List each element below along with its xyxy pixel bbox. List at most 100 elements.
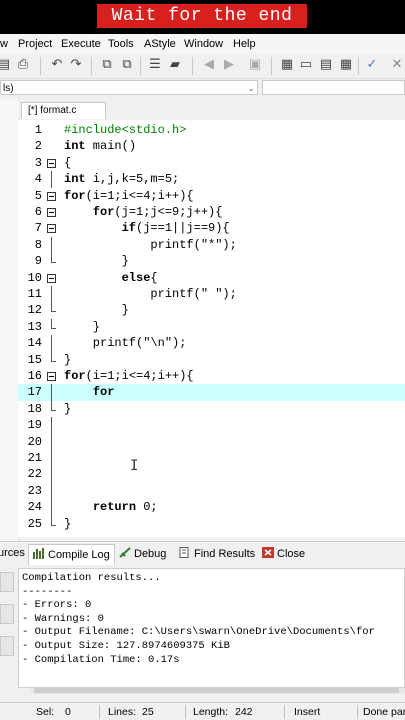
code-line[interactable]: 10 else{ (18, 270, 405, 286)
tab-find-results[interactable]: Find Results (179, 547, 255, 560)
code-line[interactable]: 1 #include<stdio.h> (18, 122, 405, 138)
tab-resources[interactable]: urces (0, 547, 25, 559)
forward-icon[interactable]: ▶ (221, 57, 237, 73)
code-line[interactable]: 25} (18, 515, 405, 532)
fold-toggle-icon[interactable] (47, 224, 56, 234)
fold-toggle-icon[interactable] (47, 273, 56, 283)
menu-astyle[interactable]: AStyle (144, 38, 176, 50)
menu-tools[interactable]: Tools (108, 38, 134, 50)
code-line[interactable]: 5 for(i=1;i<=4;i++){ (18, 188, 405, 204)
status-message: Done par (363, 706, 405, 718)
compile-log-panel: Compilation results... -------- - Errors: … (0, 566, 405, 692)
fold-toggle-icon[interactable] (47, 372, 56, 381)
compiler-select[interactable]: ls) ⌄ (0, 80, 258, 95)
tab-compile-log-label: Compile Log (48, 549, 110, 561)
code-line[interactable]: 15} (18, 351, 405, 368)
fold-guide-end (51, 409, 56, 411)
fold-guide (51, 400, 52, 410)
code-line[interactable]: 6 for(j=1;j<=9;j++){ (18, 204, 405, 220)
tab-debug[interactable]: Debug (119, 547, 166, 560)
status-divider (357, 705, 358, 719)
replace-icon[interactable]: ⧉ (119, 57, 135, 73)
menu-view[interactable]: w (0, 38, 8, 50)
check-syntax-icon[interactable]: ✓ (364, 57, 380, 73)
code-line[interactable]: 2 int main() (18, 138, 405, 154)
redo-icon[interactable]: ↷ (68, 57, 84, 73)
code-line[interactable]: 16 for(i=1;i<=4;i++){ (18, 368, 405, 384)
code-text: printf("\n"); (64, 336, 187, 351)
toolbar-separator (271, 57, 272, 75)
fold-guide (51, 499, 52, 516)
status-divider (284, 705, 285, 719)
fold-toggle-icon[interactable] (47, 208, 56, 217)
secondary-select[interactable] (262, 80, 405, 95)
tab-format-c[interactable]: [*] format.c (21, 102, 106, 119)
undo-icon[interactable]: ↶ (49, 57, 65, 73)
log-side-button[interactable] (0, 636, 14, 656)
tab-close[interactable]: Close (262, 547, 305, 560)
menu-project[interactable]: Project (18, 38, 52, 50)
close-panel-icon (262, 547, 274, 558)
tab-debug-label: Debug (134, 548, 167, 560)
log-line: - Errors: 0 (22, 599, 92, 612)
compile-log-output[interactable]: Compilation results... -------- - Errors: … (18, 568, 405, 688)
line-number: 14 (27, 336, 42, 351)
unindent-icon[interactable]: ▰ (167, 57, 183, 73)
code-line[interactable]: 11 printf(" "); (18, 286, 405, 303)
code-line[interactable]: 8 printf("*"); (18, 236, 405, 254)
log-horizontal-scrollbar[interactable] (30, 688, 405, 694)
scrollbar-thumb[interactable] (34, 688, 399, 693)
code-editor[interactable]: 1 #include<stdio.h> 2 int main() 3{4 int i,j,… (18, 120, 405, 537)
print-icon[interactable]: ⎙ (15, 57, 31, 73)
code-line[interactable]: 14 printf("\n"); (18, 335, 405, 352)
fold-toggle-icon[interactable] (47, 191, 56, 201)
code-line[interactable]: 18} (18, 400, 405, 417)
bottom-tab-bar: urces Compile Log Debug Find Results Clo… (0, 541, 405, 567)
code-line[interactable]: 3{ (18, 155, 405, 171)
menu-execute[interactable]: Execute (61, 38, 101, 50)
fold-guide-end (51, 524, 56, 526)
menu-window[interactable]: Window (184, 38, 223, 50)
log-side-button[interactable] (0, 604, 14, 624)
code-text: } (64, 303, 129, 318)
window-icon[interactable]: ▭ (298, 57, 314, 73)
code-line[interactable]: 7 if(j==1||j==9){ (18, 220, 405, 236)
bookmark-icon[interactable]: ▣ (247, 57, 263, 73)
line-number: 9 (34, 254, 42, 269)
fold-guide (51, 318, 52, 328)
editor-tab-bar: [*] format.c (18, 100, 405, 119)
line-number: 19 (27, 418, 42, 433)
code-line[interactable]: 12 } (18, 302, 405, 318)
class-browser-icon[interactable]: ▤ (318, 57, 334, 73)
code-line[interactable]: 19 (18, 417, 405, 434)
code-line[interactable]: 20 (18, 433, 405, 450)
save-all-icon[interactable]: ▤ (0, 57, 12, 73)
code-line[interactable]: 4 int i,j,k=5,m=5; (18, 171, 405, 188)
find-icon[interactable]: ⧉ (99, 57, 115, 73)
code-line[interactable]: 22 (18, 466, 405, 483)
status-length-value: 242 (235, 706, 253, 718)
fold-guide (51, 482, 52, 500)
back-icon[interactable]: ◀ (201, 57, 217, 73)
code-text: } (64, 516, 72, 531)
line-number: 18 (27, 401, 42, 416)
code-line[interactable]: 23 (18, 482, 405, 500)
log-line: Compilation results... (22, 572, 161, 584)
code-line[interactable]: 9 } (18, 253, 405, 269)
abort-compilation-button[interactable] (0, 572, 14, 592)
menu-help[interactable]: Help (233, 38, 256, 50)
grid-icon[interactable]: ▦ (338, 57, 354, 73)
close-icon[interactable]: ✕ (389, 57, 405, 73)
code-line[interactable]: 17 for (18, 384, 405, 401)
indent-icon[interactable]: ☰ (147, 57, 163, 73)
code-line[interactable]: 24 return 0; (18, 499, 405, 516)
line-number: 22 (27, 467, 42, 482)
line-number: 8 (34, 237, 42, 252)
new-project-icon[interactable]: ▦ (279, 57, 295, 73)
line-number: 21 (27, 451, 42, 465)
code-text: return 0; (92, 500, 158, 515)
code-line[interactable]: 21 (18, 450, 405, 467)
tab-compile-log[interactable]: Compile Log (28, 544, 115, 565)
code-line[interactable]: 13 } (18, 318, 405, 335)
fold-toggle-icon[interactable] (47, 158, 56, 168)
